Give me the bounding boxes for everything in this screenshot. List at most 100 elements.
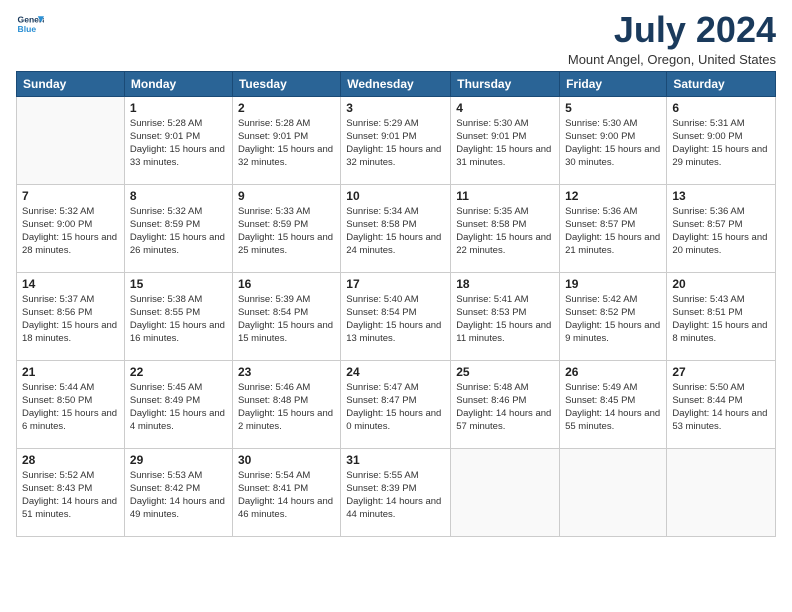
day-number: 31 [346, 453, 445, 467]
day-info: Sunrise: 5:52 AM Sunset: 8:43 PM Dayligh… [22, 469, 119, 522]
day-info: Sunrise: 5:32 AM Sunset: 9:00 PM Dayligh… [22, 205, 119, 258]
calendar-cell: 15 Sunrise: 5:38 AM Sunset: 8:55 PM Dayli… [124, 272, 232, 360]
day-number: 20 [672, 277, 770, 291]
day-info: Sunrise: 5:50 AM Sunset: 8:44 PM Dayligh… [672, 381, 770, 434]
day-number: 15 [130, 277, 227, 291]
weekday-header-friday: Friday [560, 71, 667, 96]
calendar-header-row: SundayMondayTuesdayWednesdayThursdayFrid… [17, 71, 776, 96]
calendar-cell: 30 Sunrise: 5:54 AM Sunset: 8:41 PM Dayli… [232, 448, 340, 536]
day-info: Sunrise: 5:42 AM Sunset: 8:52 PM Dayligh… [565, 293, 661, 346]
calendar-cell: 10Sunrise: 5:34 AM Sunset: 8:58 PM Dayli… [341, 184, 451, 272]
day-info: Sunrise: 5:31 AM Sunset: 9:00 PM Dayligh… [672, 117, 770, 170]
day-number: 30 [238, 453, 335, 467]
day-info: Sunrise: 5:43 AM Sunset: 8:51 PM Dayligh… [672, 293, 770, 346]
day-info: Sunrise: 5:36 AM Sunset: 8:57 PM Dayligh… [565, 205, 661, 258]
calendar-cell: 19 Sunrise: 5:42 AM Sunset: 8:52 PM Dayli… [560, 272, 667, 360]
calendar-cell: 31 Sunrise: 5:55 AM Sunset: 8:39 PM Dayli… [341, 448, 451, 536]
day-number: 2 [238, 101, 335, 115]
day-number: 4 [456, 101, 554, 115]
header: General Blue July 2024 Mount Angel, Oreg… [16, 10, 776, 67]
day-info: Sunrise: 5:33 AM Sunset: 8:59 PM Dayligh… [238, 205, 335, 258]
day-info: Sunrise: 5:30 AM Sunset: 9:00 PM Dayligh… [565, 117, 661, 170]
calendar-cell: 20 Sunrise: 5:43 AM Sunset: 8:51 PM Dayli… [667, 272, 776, 360]
title-block: July 2024 Mount Angel, Oregon, United St… [568, 10, 776, 67]
calendar-cell [17, 96, 125, 184]
calendar-cell: 4 Sunrise: 5:30 AM Sunset: 9:01 PM Daylig… [451, 96, 560, 184]
calendar-cell: 27 Sunrise: 5:50 AM Sunset: 8:44 PM Dayli… [667, 360, 776, 448]
calendar-cell: 1Sunrise: 5:28 AM Sunset: 9:01 PM Daylig… [124, 96, 232, 184]
day-number: 28 [22, 453, 119, 467]
calendar-cell: 14Sunrise: 5:37 AM Sunset: 8:56 PM Dayli… [17, 272, 125, 360]
day-info: Sunrise: 5:36 AM Sunset: 8:57 PM Dayligh… [672, 205, 770, 258]
day-number: 29 [130, 453, 227, 467]
calendar-cell: 12 Sunrise: 5:36 AM Sunset: 8:57 PM Dayli… [560, 184, 667, 272]
calendar-table: SundayMondayTuesdayWednesdayThursdayFrid… [16, 71, 776, 537]
calendar-cell: 3 Sunrise: 5:29 AM Sunset: 9:01 PM Daylig… [341, 96, 451, 184]
day-info: Sunrise: 5:44 AM Sunset: 8:50 PM Dayligh… [22, 381, 119, 434]
weekday-header-sunday: Sunday [17, 71, 125, 96]
day-info: Sunrise: 5:28 AM Sunset: 9:01 PM Dayligh… [238, 117, 335, 170]
day-info: Sunrise: 5:41 AM Sunset: 8:53 PM Dayligh… [456, 293, 554, 346]
weekday-header-thursday: Thursday [451, 71, 560, 96]
calendar-cell: 17 Sunrise: 5:40 AM Sunset: 8:54 PM Dayli… [341, 272, 451, 360]
calendar-cell: 2 Sunrise: 5:28 AM Sunset: 9:01 PM Daylig… [232, 96, 340, 184]
day-number: 18 [456, 277, 554, 291]
location: Mount Angel, Oregon, United States [568, 52, 776, 67]
day-number: 27 [672, 365, 770, 379]
day-info: Sunrise: 5:53 AM Sunset: 8:42 PM Dayligh… [130, 469, 227, 522]
day-number: 3 [346, 101, 445, 115]
day-info: Sunrise: 5:40 AM Sunset: 8:54 PM Dayligh… [346, 293, 445, 346]
day-info: Sunrise: 5:47 AM Sunset: 8:47 PM Dayligh… [346, 381, 445, 434]
calendar-cell: 25Sunrise: 5:48 AM Sunset: 8:46 PM Dayli… [451, 360, 560, 448]
calendar-cell [667, 448, 776, 536]
day-info: Sunrise: 5:37 AM Sunset: 8:56 PM Dayligh… [22, 293, 119, 346]
day-info: Sunrise: 5:38 AM Sunset: 8:55 PM Dayligh… [130, 293, 227, 346]
weekday-header-saturday: Saturday [667, 71, 776, 96]
calendar-cell: 5Sunrise: 5:30 AM Sunset: 9:00 PM Daylig… [560, 96, 667, 184]
day-info: Sunrise: 5:54 AM Sunset: 8:41 PM Dayligh… [238, 469, 335, 522]
calendar-week-1: 1Sunrise: 5:28 AM Sunset: 9:01 PM Daylig… [17, 96, 776, 184]
day-info: Sunrise: 5:29 AM Sunset: 9:01 PM Dayligh… [346, 117, 445, 170]
day-number: 8 [130, 189, 227, 203]
day-number: 23 [238, 365, 335, 379]
svg-text:Blue: Blue [18, 24, 37, 34]
calendar-cell: 11Sunrise: 5:35 AM Sunset: 8:58 PM Dayli… [451, 184, 560, 272]
day-info: Sunrise: 5:46 AM Sunset: 8:48 PM Dayligh… [238, 381, 335, 434]
logo: General Blue [16, 10, 44, 38]
day-number: 16 [238, 277, 335, 291]
calendar-cell: 23 Sunrise: 5:46 AM Sunset: 8:48 PM Dayli… [232, 360, 340, 448]
calendar-week-4: 21 Sunrise: 5:44 AM Sunset: 8:50 PM Dayli… [17, 360, 776, 448]
day-number: 17 [346, 277, 445, 291]
calendar-cell: 16 Sunrise: 5:39 AM Sunset: 8:54 PM Dayli… [232, 272, 340, 360]
month-title: July 2024 [568, 10, 776, 50]
calendar-cell: 29 Sunrise: 5:53 AM Sunset: 8:42 PM Dayli… [124, 448, 232, 536]
calendar-cell [451, 448, 560, 536]
calendar-cell: 7Sunrise: 5:32 AM Sunset: 9:00 PM Daylig… [17, 184, 125, 272]
weekday-header-monday: Monday [124, 71, 232, 96]
day-info: Sunrise: 5:34 AM Sunset: 8:58 PM Dayligh… [346, 205, 445, 258]
calendar-week-2: 7Sunrise: 5:32 AM Sunset: 9:00 PM Daylig… [17, 184, 776, 272]
day-number: 26 [565, 365, 661, 379]
day-number: 19 [565, 277, 661, 291]
page-container: General Blue July 2024 Mount Angel, Oreg… [0, 0, 792, 545]
calendar-cell: 22Sunrise: 5:45 AM Sunset: 8:49 PM Dayli… [124, 360, 232, 448]
calendar-body: 1Sunrise: 5:28 AM Sunset: 9:01 PM Daylig… [17, 96, 776, 536]
calendar-week-3: 14Sunrise: 5:37 AM Sunset: 8:56 PM Dayli… [17, 272, 776, 360]
day-info: Sunrise: 5:48 AM Sunset: 8:46 PM Dayligh… [456, 381, 554, 434]
day-info: Sunrise: 5:35 AM Sunset: 8:58 PM Dayligh… [456, 205, 554, 258]
day-number: 21 [22, 365, 119, 379]
calendar-cell: 8Sunrise: 5:32 AM Sunset: 8:59 PM Daylig… [124, 184, 232, 272]
day-info: Sunrise: 5:55 AM Sunset: 8:39 PM Dayligh… [346, 469, 445, 522]
day-number: 9 [238, 189, 335, 203]
day-info: Sunrise: 5:39 AM Sunset: 8:54 PM Dayligh… [238, 293, 335, 346]
weekday-header-tuesday: Tuesday [232, 71, 340, 96]
calendar-cell: 9 Sunrise: 5:33 AM Sunset: 8:59 PM Daylig… [232, 184, 340, 272]
logo-icon: General Blue [16, 10, 44, 38]
day-number: 12 [565, 189, 661, 203]
calendar-cell: 18 Sunrise: 5:41 AM Sunset: 8:53 PM Dayli… [451, 272, 560, 360]
day-number: 13 [672, 189, 770, 203]
day-number: 6 [672, 101, 770, 115]
day-info: Sunrise: 5:28 AM Sunset: 9:01 PM Dayligh… [130, 117, 227, 170]
calendar-cell: 6 Sunrise: 5:31 AM Sunset: 9:00 PM Daylig… [667, 96, 776, 184]
day-info: Sunrise: 5:30 AM Sunset: 9:01 PM Dayligh… [456, 117, 554, 170]
